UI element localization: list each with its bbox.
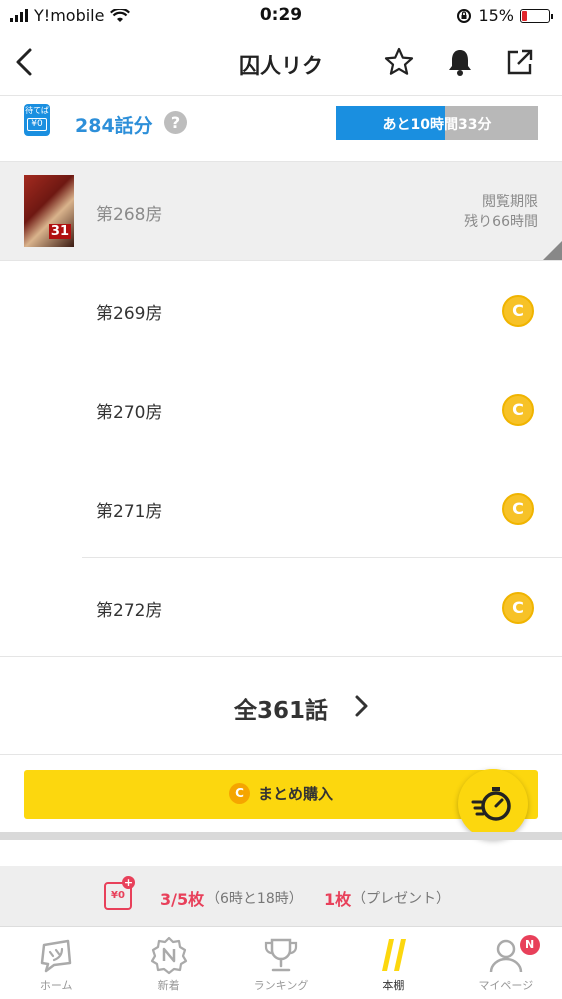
battery-percent: 15%: [478, 6, 514, 25]
tab-mypage[interactable]: N マイページ: [450, 927, 562, 999]
tab-label: 本棚: [382, 979, 405, 992]
episode-title: 第272房: [96, 601, 163, 621]
episode-title: 第271房: [96, 502, 163, 522]
stopwatch-icon: [471, 787, 511, 821]
all-episodes-link[interactable]: 全361話: [0, 657, 562, 755]
episode-title: 第270房: [96, 403, 163, 423]
wait-free-row: 待てば ¥0 284話分 ? あと10時間33分: [0, 96, 562, 162]
bulk-purchase-label: まとめ購入: [257, 785, 333, 803]
wait-free-badge: 待てば ¥0: [24, 104, 50, 136]
favorite-star-icon[interactable]: [383, 46, 415, 78]
episode-row[interactable]: 31 第268房 閲覧期限 残り66時間: [0, 162, 562, 261]
volume-number: 31: [48, 224, 71, 239]
all-episodes-label: 全361話: [233, 698, 328, 724]
wait-free-badge-price: ¥0: [27, 118, 47, 131]
episode-row[interactable]: 第270房 C: [0, 360, 562, 459]
coin-icon: C: [502, 493, 534, 525]
plus-icon: +: [122, 876, 135, 889]
episode-row[interactable]: 第271房 C: [0, 459, 562, 558]
coin-icon: C: [228, 783, 250, 804]
trophy-icon: [264, 938, 298, 972]
ticket-count: 3/5枚: [160, 890, 205, 909]
wait-timer-bar: あと10時間33分: [336, 106, 538, 140]
tab-new[interactable]: 新着: [112, 927, 224, 999]
tab-home[interactable]: ホーム: [0, 927, 112, 999]
tab-label: 新着: [157, 979, 180, 992]
episode-row[interactable]: 第272房 C: [0, 558, 562, 657]
rotation-lock-icon: [457, 8, 472, 23]
episode-title: 第269房: [96, 304, 163, 324]
present-ticket-note: （プレゼント）: [352, 891, 450, 907]
new-badge-icon: [150, 936, 187, 975]
episode-title: 第268房: [96, 205, 163, 225]
bottom-tab-bar: ホーム 新着 ランキング 本棚 N マイページ: [0, 926, 562, 999]
wait-timer-text: あと10時間33分: [382, 117, 492, 133]
episode-list: 31 第268房 閲覧期限 残り66時間 第269房 C 第270房 C 第27…: [0, 162, 562, 657]
status-right: 15%: [456, 6, 553, 25]
home-speech-icon: [40, 939, 72, 973]
coin-icon: C: [502, 295, 534, 327]
tab-label: マイページ: [478, 979, 534, 992]
nav-bar: 囚人リク: [0, 30, 562, 96]
page-title: 囚人リク: [239, 54, 323, 78]
present-ticket-count: 1枚: [324, 890, 352, 909]
episode-row[interactable]: 第269房 C: [0, 261, 562, 360]
bookshelf-icon: [382, 939, 407, 971]
view-limit-remaining: 残り66時間: [464, 214, 538, 230]
speed-read-fab[interactable]: [458, 769, 528, 839]
ticket-schedule: （6時と18時）: [206, 891, 303, 907]
share-icon[interactable]: [504, 46, 536, 78]
ticket-info-bar: ¥0 + 3/5枚 （6時と18時） 1枚 （プレゼント）: [0, 866, 562, 926]
wait-free-count: 284話分: [75, 115, 153, 137]
tab-ranking[interactable]: ランキング: [225, 927, 337, 999]
notification-badge: N: [519, 935, 540, 955]
notification-bell-icon[interactable]: [444, 46, 476, 78]
chevron-right-icon: [355, 695, 368, 717]
help-icon[interactable]: ?: [164, 111, 187, 134]
wait-free-badge-label: 待てば: [25, 106, 49, 115]
coin-icon: C: [502, 592, 534, 624]
tab-label: ランキング: [253, 979, 309, 992]
coin-icon: C: [502, 394, 534, 426]
tab-bookshelf[interactable]: 本棚: [337, 927, 449, 999]
view-limit-label: 閲覧期限: [482, 194, 538, 210]
view-limit: 閲覧期限 残り66時間: [464, 192, 538, 232]
read-corner-mark: [542, 241, 562, 261]
episode-thumbnail: 31: [24, 175, 74, 247]
tab-label: ホーム: [39, 979, 73, 992]
section-divider: [0, 832, 562, 840]
battery-icon: [520, 8, 553, 23]
status-bar: Y!mobile 0:29 15%: [0, 0, 562, 30]
